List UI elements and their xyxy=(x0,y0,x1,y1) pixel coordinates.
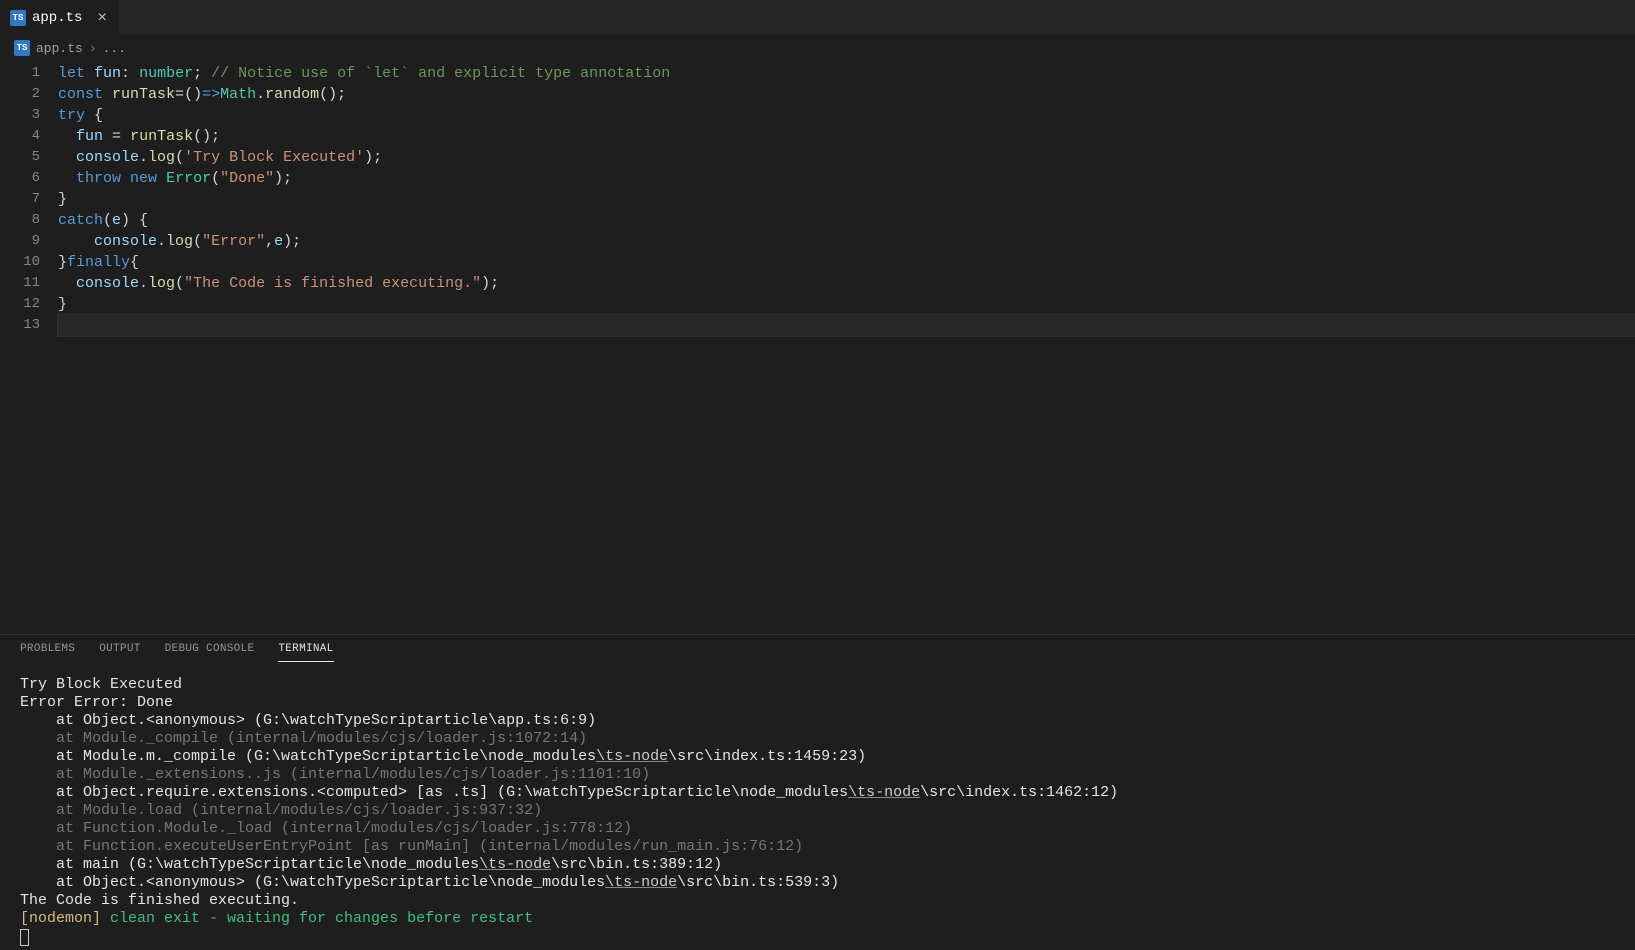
code-line[interactable]: console.log("Error",e); xyxy=(58,231,1635,252)
terminal-line: The Code is finished executing. xyxy=(20,892,1615,910)
terminal-line: at Object.require.extensions.<computed> … xyxy=(20,784,1615,802)
code-line[interactable]: fun = runTask(); xyxy=(58,126,1635,147)
code-line[interactable]: } xyxy=(58,294,1635,315)
terminal-line: at Object.<anonymous> (G:\watchTypeScrip… xyxy=(20,712,1615,730)
line-number: 10 xyxy=(0,252,58,273)
code-line[interactable]: let fun: number; // Notice use of `let` … xyxy=(58,63,1635,84)
terminal-line: at Module.m._compile (G:\watchTypeScript… xyxy=(20,748,1615,766)
bottom-panel: PROBLEMS OUTPUT DEBUG CONSOLE TERMINAL Try … xyxy=(0,634,1635,950)
code-line[interactable] xyxy=(58,315,1635,336)
line-number: 5 xyxy=(0,147,58,168)
line-number: 11 xyxy=(0,273,58,294)
panel-tab-output[interactable]: OUTPUT xyxy=(99,643,140,662)
code-line[interactable]: console.log("The Code is finished execut… xyxy=(58,273,1635,294)
line-number: 3 xyxy=(0,105,58,126)
panel-tab-terminal[interactable]: TERMINAL xyxy=(278,643,333,662)
terminal-line: at Function.Module._load (internal/modul… xyxy=(20,820,1615,838)
breadcrumb-file: app.ts xyxy=(36,41,83,56)
terminal-cursor-line[interactable] xyxy=(20,928,1615,946)
code-line[interactable]: catch(e) { xyxy=(58,210,1635,231)
cursor-icon xyxy=(20,929,29,946)
typescript-icon: TS xyxy=(10,10,26,26)
code-line[interactable]: const runTask=()=>Math.random(); xyxy=(58,84,1635,105)
terminal-line: at main (G:\watchTypeScriptarticle\node_… xyxy=(20,856,1615,874)
line-number: 2 xyxy=(0,84,58,105)
chevron-right-icon: › xyxy=(89,41,97,56)
line-number-gutter: 12345678910111213 xyxy=(0,61,58,634)
breadcrumb[interactable]: TS app.ts › ... xyxy=(0,35,1635,61)
terminal-line: Error Error: Done xyxy=(20,694,1615,712)
code-editor[interactable]: 12345678910111213 let fun: number; // No… xyxy=(0,61,1635,634)
terminal-line: at Function.executeUserEntryPoint [as ru… xyxy=(20,838,1615,856)
editor-tabs-bar: TS app.ts × xyxy=(0,0,1635,35)
code-area[interactable]: let fun: number; // Notice use of `let` … xyxy=(58,61,1635,634)
code-line[interactable]: console.log('Try Block Executed'); xyxy=(58,147,1635,168)
terminal-line: Try Block Executed xyxy=(20,676,1615,694)
line-number: 1 xyxy=(0,63,58,84)
code-line[interactable]: try { xyxy=(58,105,1635,126)
panel-tabs: PROBLEMS OUTPUT DEBUG CONSOLE TERMINAL xyxy=(0,635,1635,662)
terminal-line: at Module.load (internal/modules/cjs/loa… xyxy=(20,802,1615,820)
line-number: 9 xyxy=(0,231,58,252)
close-icon[interactable]: × xyxy=(95,10,109,26)
terminal-output[interactable]: Try Block ExecutedError Error: Done at O… xyxy=(0,662,1635,950)
line-number: 7 xyxy=(0,189,58,210)
typescript-icon: TS xyxy=(14,40,30,56)
code-line[interactable]: }finally{ xyxy=(58,252,1635,273)
breadcrumb-trail: ... xyxy=(103,41,126,56)
terminal-line: at Module._extensions..js (internal/modu… xyxy=(20,766,1615,784)
terminal-line: [nodemon] clean exit - waiting for chang… xyxy=(20,910,1615,928)
line-number: 4 xyxy=(0,126,58,147)
terminal-line: at Object.<anonymous> (G:\watchTypeScrip… xyxy=(20,874,1615,892)
tab-label: app.ts xyxy=(32,10,82,26)
tab-app-ts[interactable]: TS app.ts × xyxy=(0,0,120,35)
panel-tab-problems[interactable]: PROBLEMS xyxy=(20,643,75,662)
line-number: 13 xyxy=(0,315,58,336)
terminal-line: at Module._compile (internal/modules/cjs… xyxy=(20,730,1615,748)
line-number: 12 xyxy=(0,294,58,315)
panel-tab-debug-console[interactable]: DEBUG CONSOLE xyxy=(165,643,255,662)
line-number: 8 xyxy=(0,210,58,231)
line-number: 6 xyxy=(0,168,58,189)
code-line[interactable]: } xyxy=(58,189,1635,210)
code-line[interactable]: throw new Error("Done"); xyxy=(58,168,1635,189)
